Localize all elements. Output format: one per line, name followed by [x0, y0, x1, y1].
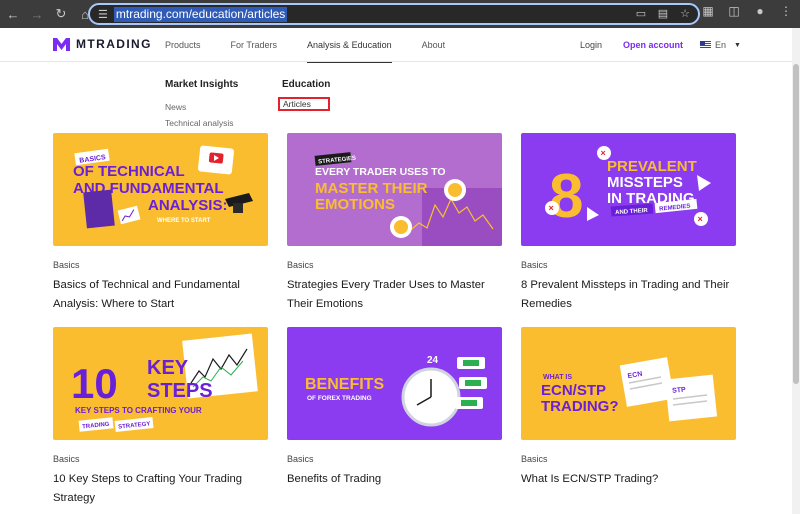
menu-heading-education: Education — [282, 79, 331, 90]
article-category: Basics — [521, 454, 548, 464]
profile-icon[interactable]: ● — [752, 4, 768, 18]
back-icon[interactable]: ← — [2, 3, 24, 25]
article-category: Basics — [287, 260, 314, 270]
svg-text:EVERY TRADER USES TO: EVERY TRADER USES TO — [315, 166, 446, 178]
svg-text:PREVALENT: PREVALENT — [607, 158, 697, 175]
article-thumbnail[interactable]: STRATEGIES EVERY TRADER USES TO MASTER T… — [287, 133, 502, 246]
article-title[interactable]: Basics of Technical and Fundamental Anal… — [53, 276, 268, 314]
article-category: Basics — [53, 260, 80, 270]
svg-text:OF FOREX TRADING: OF FOREX TRADING — [307, 395, 372, 402]
article-title[interactable]: Benefits of Trading — [287, 470, 502, 489]
svg-text:MASTER THEIR: MASTER THEIR — [315, 180, 428, 197]
nav-products[interactable]: Products — [165, 28, 201, 62]
svg-text:×: × — [601, 148, 606, 158]
svg-text:OF TECHNICAL: OF TECHNICAL — [73, 163, 185, 180]
cast-icon[interactable]: ▭ — [634, 7, 648, 20]
svg-text:EMOTIONS: EMOTIONS — [315, 196, 395, 213]
article-thumbnail[interactable]: BENEFITS OF FOREX TRADING 24 — [287, 327, 502, 440]
svg-text:BENEFITS: BENEFITS — [305, 376, 384, 393]
scrollbar-thumb[interactable] — [793, 64, 799, 384]
svg-text:STEPS: STEPS — [147, 380, 213, 402]
svg-text:TRADING?: TRADING? — [541, 398, 619, 415]
article-title[interactable]: 10 Key Steps to Crafting Your Trading St… — [53, 470, 268, 508]
nav-analysis-education[interactable]: Analysis & Education — [307, 28, 392, 63]
main-nav: Products For Traders Analysis & Educatio… — [165, 28, 475, 63]
menu-link-articles[interactable]: Articles — [278, 97, 331, 111]
site-header: MTRADING Products For Traders Analysis &… — [0, 28, 792, 63]
translate-icon[interactable]: ▤ — [656, 7, 670, 20]
svg-text:MISSTEPS: MISSTEPS — [607, 174, 683, 191]
nav-about[interactable]: About — [422, 28, 446, 62]
url-text[interactable]: mtrading.com/education/articles — [113, 6, 288, 22]
article-thumbnail[interactable]: BASICS OF TECHNICAL AND FUNDAMENTAL ANAL… — [53, 133, 268, 246]
svg-text:KEY: KEY — [147, 357, 189, 379]
menu-market-insights: Market Insights News Technical analysis — [165, 74, 238, 128]
side-panel-icon[interactable]: ◫ — [726, 4, 742, 18]
reload-icon[interactable]: ↻ — [50, 3, 72, 25]
svg-text:ANALYSIS:: ANALYSIS: — [148, 197, 227, 214]
address-bar[interactable]: ☰ mtrading.com/education/articles ▭ ▤ ☆ — [88, 3, 700, 25]
us-flag-icon — [700, 41, 711, 49]
browser-toolbar: ← → ↻ ⌂ ☰ mtrading.com/education/article… — [0, 0, 800, 28]
article-category: Basics — [53, 454, 80, 464]
article-card[interactable]: WHAT IS ECN/STP TRADING? ECN STP Basics … — [521, 327, 736, 489]
svg-text:×: × — [549, 203, 554, 213]
article-thumbnail[interactable]: WHAT IS ECN/STP TRADING? ECN STP — [521, 327, 736, 440]
language-label: En — [715, 40, 727, 50]
mtrading-logo-icon — [53, 37, 70, 51]
svg-text:STP: STP — [672, 386, 687, 394]
logo[interactable]: MTRADING — [53, 37, 152, 51]
article-card[interactable]: 10 KEY STEPS KEY STEPS TO CRAFTING YOUR … — [53, 327, 268, 508]
svg-text:KEY STEPS TO CRAFTING YOUR: KEY STEPS TO CRAFTING YOUR — [75, 406, 202, 415]
article-card[interactable]: 8 PREVALENT MISSTEPS IN TRADING AND THEI… — [521, 133, 736, 314]
menu-education: Education Articles — [278, 74, 331, 111]
article-title[interactable]: Strategies Every Trader Uses to Master T… — [287, 276, 502, 314]
page-scrollbar[interactable] — [792, 28, 800, 514]
login-link[interactable]: Login — [580, 28, 602, 62]
extensions-icon[interactable]: ▦ — [700, 4, 716, 18]
menu-link-news[interactable]: News — [165, 102, 238, 112]
nav-for-traders[interactable]: For Traders — [231, 28, 278, 62]
svg-text:ECN/STP: ECN/STP — [541, 382, 606, 399]
svg-text:×: × — [698, 214, 703, 224]
article-category: Basics — [521, 260, 548, 270]
bookmark-star-icon[interactable]: ☆ — [678, 7, 692, 20]
article-card[interactable]: BASICS OF TECHNICAL AND FUNDAMENTAL ANAL… — [53, 133, 268, 314]
article-card[interactable]: BENEFITS OF FOREX TRADING 24 Basics Bene… — [287, 327, 502, 489]
brand-name: MTRADING — [76, 37, 152, 51]
forward-icon[interactable]: → — [26, 3, 48, 25]
browser-menu-icon[interactable]: ⋮ — [778, 4, 794, 18]
svg-text:8: 8 — [549, 162, 583, 231]
article-title[interactable]: 8 Prevalent Missteps in Trading and Thei… — [521, 276, 736, 314]
svg-text:24: 24 — [427, 355, 439, 366]
article-title[interactable]: What Is ECN/STP Trading? — [521, 470, 736, 489]
open-account-link[interactable]: Open account — [623, 28, 683, 62]
article-thumbnail[interactable]: 8 PREVALENT MISSTEPS IN TRADING AND THEI… — [521, 133, 736, 246]
article-category: Basics — [287, 454, 314, 464]
svg-text:WHERE TO START: WHERE TO START — [157, 218, 211, 224]
menu-heading-market-insights: Market Insights — [165, 79, 239, 90]
chevron-down-icon: ▼ — [734, 41, 741, 49]
language-selector[interactable]: En ▼ — [700, 40, 741, 50]
svg-text:10: 10 — [71, 360, 118, 407]
svg-text:WHAT IS: WHAT IS — [543, 374, 572, 381]
article-card[interactable]: STRATEGIES EVERY TRADER USES TO MASTER T… — [287, 133, 502, 314]
article-thumbnail[interactable]: 10 KEY STEPS KEY STEPS TO CRAFTING YOUR … — [53, 327, 268, 440]
site-info-icon[interactable]: ☰ — [98, 8, 108, 21]
menu-link-technical-analysis[interactable]: Technical analysis — [165, 118, 238, 128]
